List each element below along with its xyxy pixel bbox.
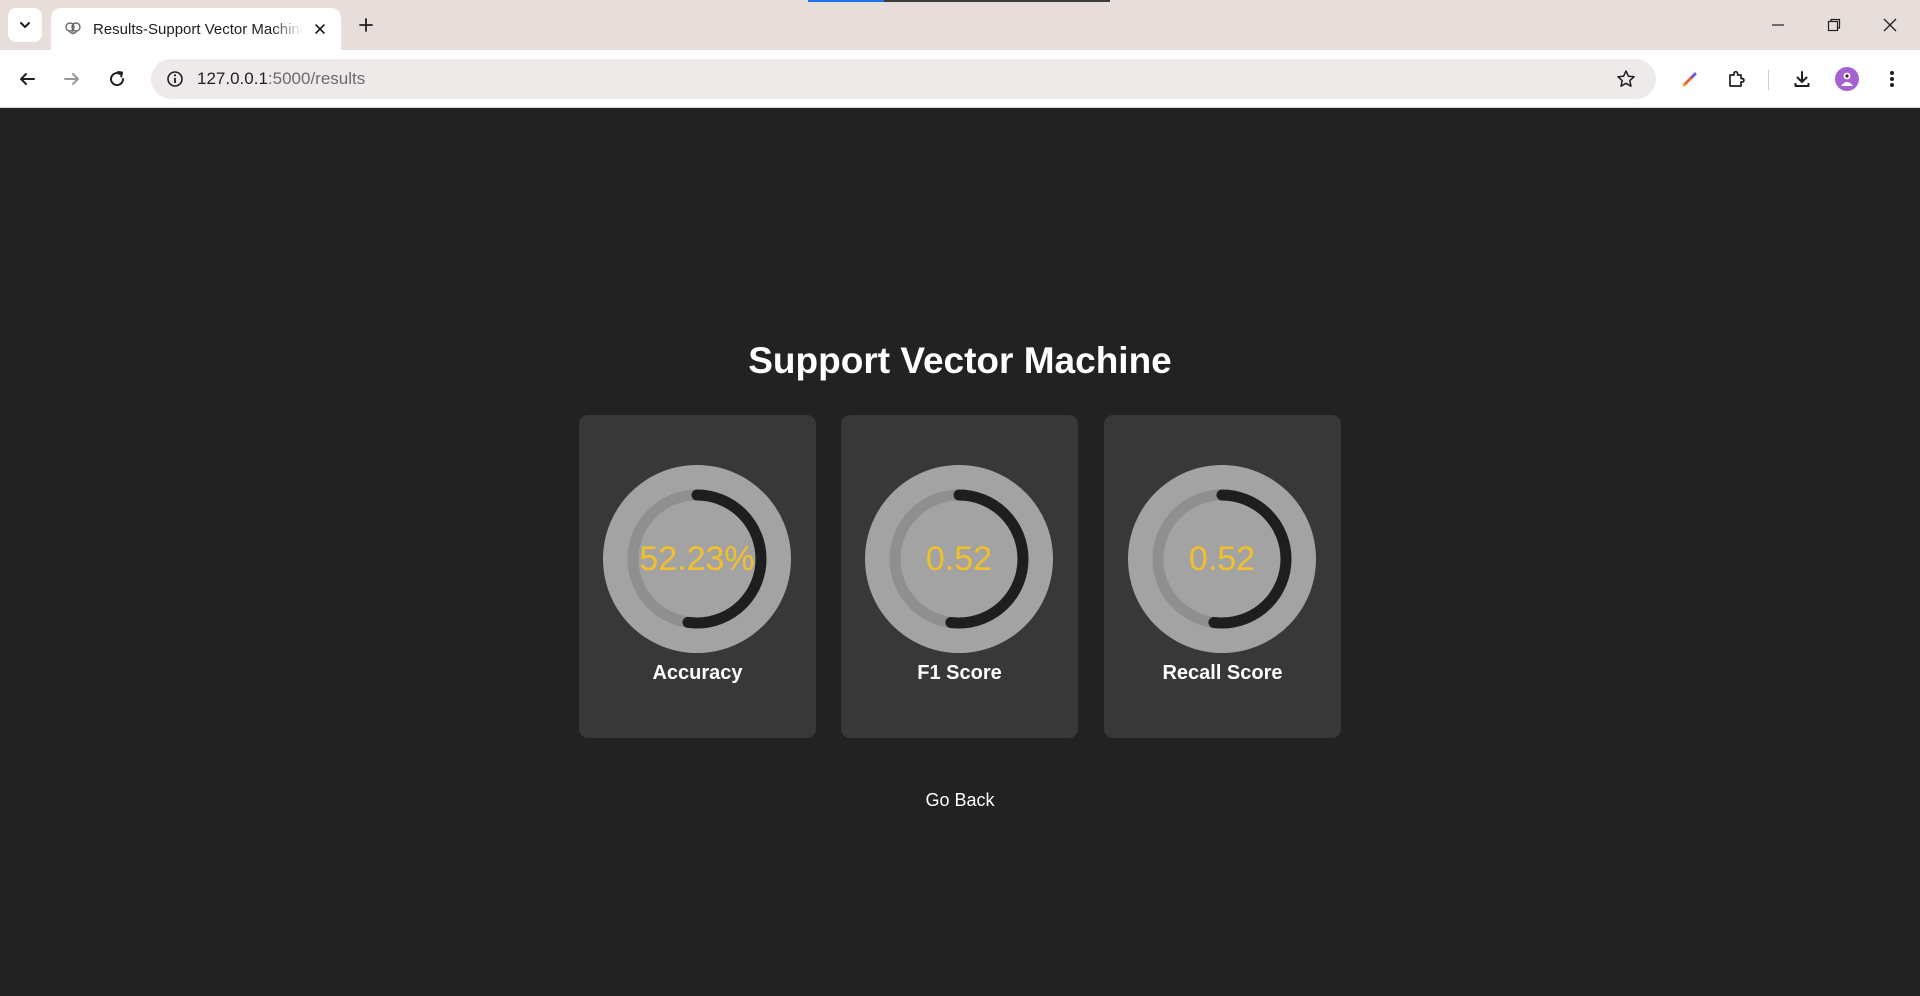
metric-label: F1 Score — [917, 662, 1002, 684]
metric-card-f1-score: 0.52 F1 Score — [841, 415, 1078, 738]
url-path: :5000/results — [267, 69, 366, 88]
reload-icon[interactable] — [99, 61, 135, 97]
download-icon[interactable] — [1784, 61, 1820, 97]
browser-toolbar: 127.0.0.1:5000/results — [0, 50, 1920, 108]
tab-strip: Results-Support Vector Machine — [0, 0, 1920, 50]
metric-card-recall-score: 0.52 Recall Score — [1104, 415, 1341, 738]
metric-card-accuracy: 52.23% Accuracy — [579, 415, 816, 738]
brain-icon — [63, 19, 83, 39]
chevron-down-icon — [20, 22, 30, 28]
loading-progress-fill — [808, 0, 884, 2]
extensions-icon[interactable] — [1718, 61, 1754, 97]
more-vert-icon[interactable] — [1874, 61, 1910, 97]
active-tab[interactable]: Results-Support Vector Machine — [51, 8, 341, 50]
minimize-icon[interactable] — [1750, 0, 1806, 50]
metric-label: Accuracy — [652, 662, 743, 684]
metric-value: 0.52 — [1188, 539, 1256, 578]
close-window-icon[interactable] — [1862, 0, 1918, 50]
info-icon[interactable] — [157, 61, 193, 97]
metric-value: 0.52 — [925, 539, 993, 578]
avatar — [1835, 67, 1859, 91]
restore-icon[interactable] — [1806, 0, 1862, 50]
back-icon[interactable] — [9, 61, 45, 97]
tab-search-button[interactable] — [8, 8, 42, 42]
avatar-icon[interactable] — [1829, 61, 1865, 97]
tab-title: Results-Support Vector Machine — [93, 20, 303, 38]
metric-label: Recall Score — [1162, 662, 1283, 684]
toolbar-separator — [1768, 70, 1769, 90]
go-back-link[interactable]: Go Back — [860, 785, 1060, 815]
page-title: Support Vector Machine — [748, 340, 1172, 381]
forward-icon[interactable] — [54, 61, 90, 97]
url-host: 127.0.0.1 — [197, 69, 268, 88]
url-text[interactable]: 127.0.0.1:5000/results — [197, 69, 365, 89]
close-icon[interactable] — [309, 18, 331, 40]
metric-value: 52.23% — [639, 539, 755, 578]
page-content: Support Vector Machine 52.23% Accuracy 0… — [0, 109, 1920, 996]
address-bar[interactable]: 127.0.0.1:5000/results — [151, 59, 1656, 99]
star-icon[interactable] — [1608, 61, 1644, 97]
plus-icon[interactable] — [353, 12, 379, 38]
color-picker-icon[interactable] — [1672, 61, 1708, 97]
